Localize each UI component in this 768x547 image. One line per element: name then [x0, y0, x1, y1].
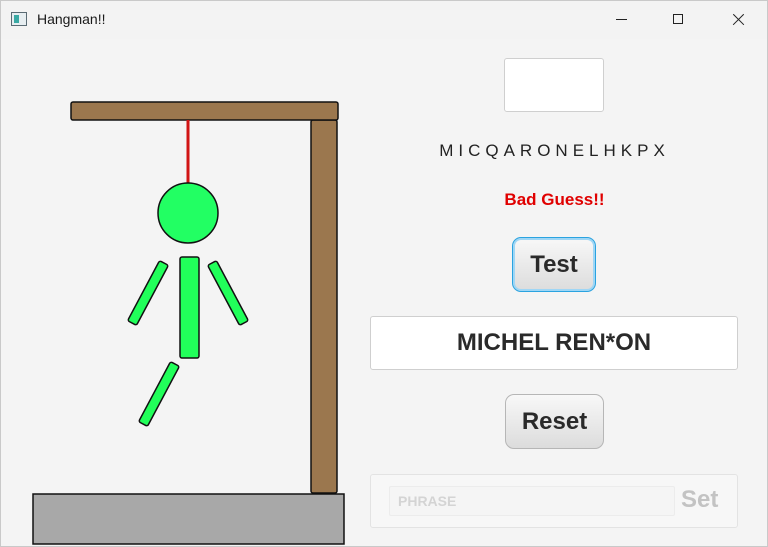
hangman-window: Hangman!! MICQARONELHKPX Bad Guess!! Tes…	[0, 0, 768, 547]
guessed-letters: MICQARONELHKPX	[439, 141, 670, 160]
phrase-display: MICHEL REN*ON	[370, 316, 738, 370]
maximize-button[interactable]	[649, 1, 707, 39]
app-icon	[11, 12, 27, 26]
set-phrase-panel: Set	[370, 474, 738, 528]
stickman-head	[157, 182, 219, 244]
set-button[interactable]: Set	[681, 486, 718, 514]
window-title: Hangman!!	[37, 11, 106, 27]
stickman-left-arm	[127, 260, 169, 326]
stickman-left-leg	[138, 361, 180, 427]
gallows-base	[32, 493, 345, 545]
gallows-beam	[70, 101, 339, 121]
test-button[interactable]: Test	[512, 237, 596, 292]
close-button[interactable]	[709, 1, 767, 39]
stickman-torso	[179, 256, 200, 359]
title-bar: Hangman!!	[1, 1, 767, 39]
guess-status: Bad Guess!!	[504, 190, 605, 209]
gallows-drawing	[32, 101, 345, 545]
minimize-button[interactable]	[591, 1, 649, 39]
reset-button[interactable]: Reset	[505, 394, 604, 449]
guess-input[interactable]	[504, 58, 604, 112]
phrase-input[interactable]	[389, 486, 675, 516]
gallows-post	[310, 119, 338, 494]
stickman-right-arm	[207, 260, 249, 326]
